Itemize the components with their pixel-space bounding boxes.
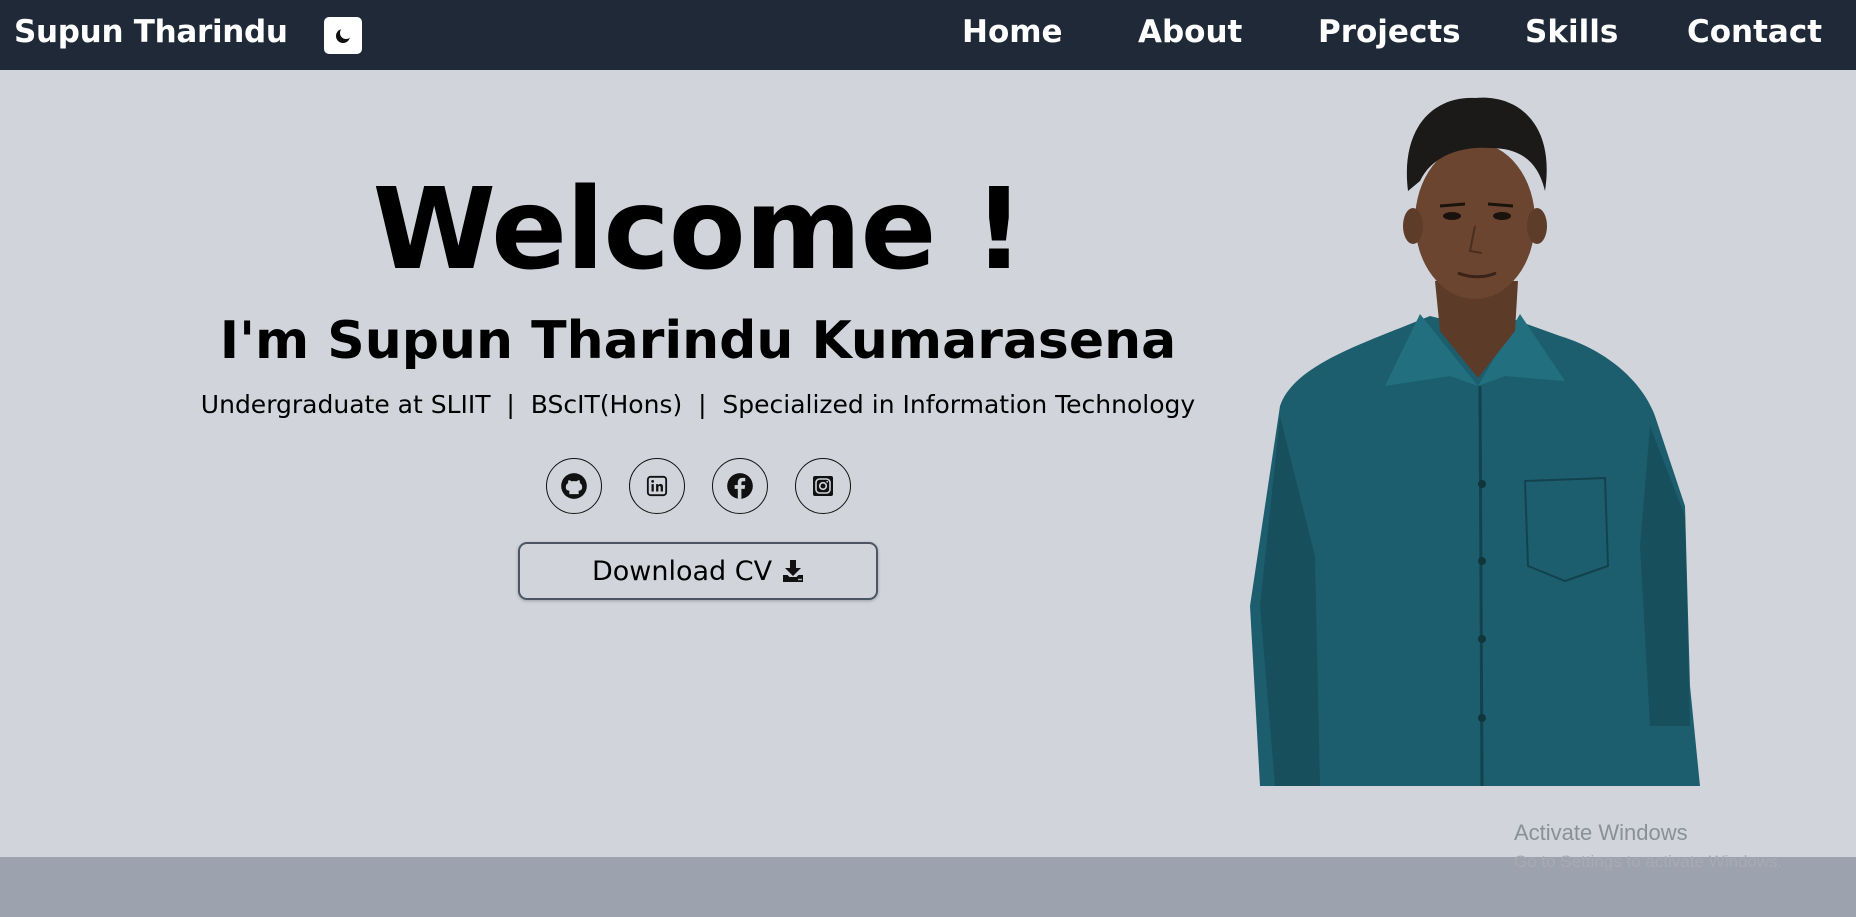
profile-photo <box>1250 97 1700 786</box>
nav-home[interactable]: Home <box>962 14 1063 50</box>
theme-toggle-button[interactable] <box>324 17 362 54</box>
activate-windows-subtext: Go to Settings to activate Windows. <box>1514 852 1783 871</box>
instagram-link[interactable] <box>795 458 851 514</box>
instagram-icon <box>813 476 833 496</box>
download-cv-button[interactable]: Download CV <box>518 542 878 600</box>
github-icon <box>561 473 587 499</box>
activate-windows-watermark: Activate Windows <box>1514 820 1688 845</box>
facebook-icon <box>727 473 753 499</box>
facebook-link[interactable] <box>712 458 768 514</box>
nav-contact[interactable]: Contact <box>1687 14 1822 50</box>
github-link[interactable] <box>546 458 602 514</box>
nav-about[interactable]: About <box>1138 14 1242 50</box>
download-icon <box>783 560 804 582</box>
brand-name[interactable]: Supun Tharindu <box>14 14 288 50</box>
navbar: Supun Tharindu Home About Projects Skill… <box>0 0 1856 70</box>
linkedin-icon <box>646 475 668 497</box>
name-heading: I'm Supun Tharindu Kumarasena <box>219 311 1177 371</box>
social-links <box>546 458 851 514</box>
download-cv-label: Download CV <box>591 555 773 587</box>
nav-skills[interactable]: Skills <box>1525 14 1618 50</box>
nav-projects[interactable]: Projects <box>1318 14 1461 50</box>
moon-icon <box>336 26 352 43</box>
welcome-heading: Welcome ! <box>372 165 1025 295</box>
tagline: Undergraduate at SLIIT | BScIT(Hons) | S… <box>200 390 1196 419</box>
linkedin-link[interactable] <box>629 458 685 514</box>
